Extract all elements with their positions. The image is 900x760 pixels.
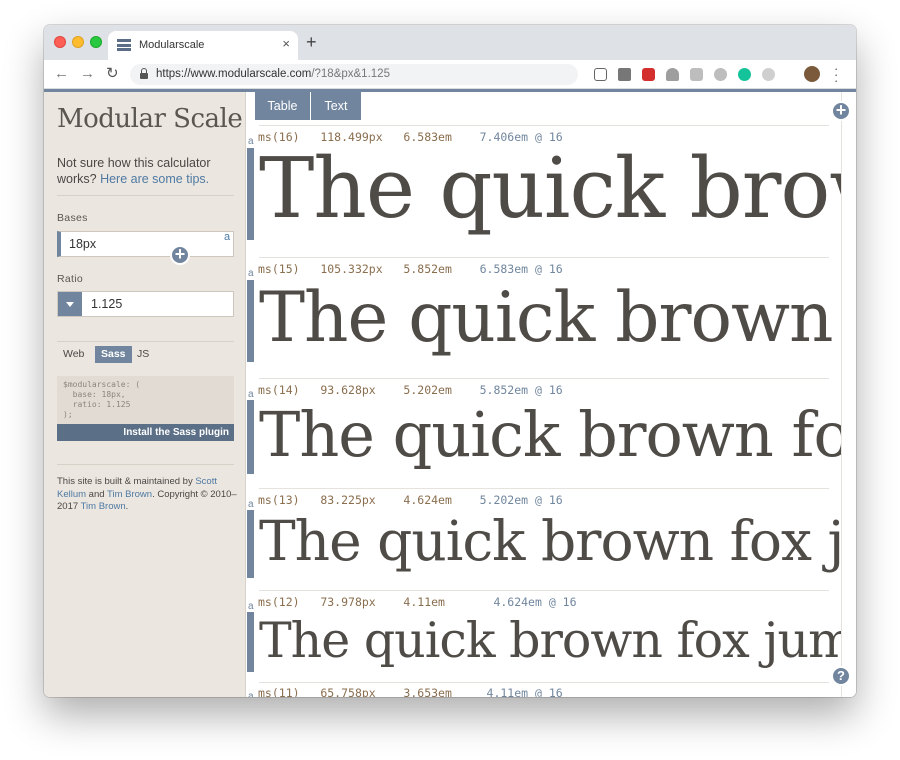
- add-base-button[interactable]: +: [170, 245, 190, 265]
- tim-brown-copyright-link[interactable]: Tim Brown: [81, 501, 126, 512]
- site-logo[interactable]: Modular Scale: [57, 104, 243, 134]
- type-sample: The quick brown fox: [259, 278, 841, 358]
- url-text[interactable]: https://www.modularscale.com/?18&px&1.12…: [156, 68, 390, 80]
- camera-extension-icon[interactable]: [618, 68, 631, 81]
- scale-preview: Table Text a ms(16) 118.499px 6.583em 7.…: [247, 92, 856, 697]
- tab-strip: Modularscale × +: [44, 25, 856, 60]
- lastpass-extension-icon[interactable]: [642, 68, 655, 81]
- base-input[interactable]: 18px: [57, 231, 234, 257]
- ratio-dropdown-icon[interactable]: [58, 292, 82, 316]
- site-footer: This site is built & maintained by Scott…: [57, 476, 237, 512]
- row-marker: a: [248, 499, 254, 510]
- tips-link[interactable]: Here are some tips.: [100, 172, 209, 186]
- profile-avatar[interactable]: [804, 66, 820, 82]
- tim-brown-link[interactable]: Tim Brown: [107, 489, 152, 500]
- scale-row-meta: ms(15) 105.332px 5.852em 6.583em @ 16: [258, 262, 563, 276]
- type-sample: The quick brown fox: [259, 399, 841, 471]
- browser-menu-icon[interactable]: · · ·: [834, 62, 838, 87]
- content-right-rule: [841, 92, 842, 697]
- add-step-button[interactable]: +: [831, 101, 851, 121]
- base-unit-link[interactable]: a: [224, 231, 230, 243]
- minimize-window-button[interactable]: [72, 36, 84, 48]
- screenshot-extension-icon[interactable]: [594, 68, 607, 81]
- browser-window: Modularscale × + ← → ↻ https://www.modul…: [44, 25, 856, 697]
- sidebar-divider: [57, 341, 234, 342]
- scale-row-meta: ms(12) 73.978px 4.11em 4.624em @ 16: [258, 595, 577, 609]
- address-bar[interactable]: https://www.modularscale.com/?18&px&1.12…: [130, 64, 655, 85]
- code-snippet[interactable]: $modularscale: ( base: 18px, ratio: 1.12…: [57, 376, 234, 424]
- row-marker: a: [248, 136, 254, 147]
- row-separator: [259, 257, 829, 258]
- grammarly-extension-icon[interactable]: [738, 68, 751, 81]
- row-indicator-bar: [247, 280, 254, 362]
- reload-button[interactable]: ↻: [106, 65, 119, 83]
- row-marker: a: [248, 268, 254, 279]
- tab-web[interactable]: Web: [57, 346, 90, 363]
- tab-table[interactable]: Table: [255, 92, 310, 120]
- intro-text: Not sure how this calculator works? Here…: [57, 156, 211, 186]
- row-marker: a: [248, 601, 254, 612]
- modularscale-favicon-icon: [117, 39, 131, 51]
- user-extension-icon[interactable]: [762, 68, 775, 81]
- tab-title: Modularscale: [139, 39, 205, 51]
- row-indicator-bar: [247, 400, 254, 474]
- row-indicator-bar: [247, 612, 254, 672]
- row-marker: a: [248, 691, 254, 697]
- browser-tab[interactable]: Modularscale ×: [108, 31, 298, 60]
- row-separator: [259, 125, 829, 126]
- close-window-button[interactable]: [54, 36, 66, 48]
- sidebar-divider: [57, 464, 234, 465]
- row-indicator-bar: [247, 510, 254, 578]
- tab-close-icon[interactable]: ×: [282, 37, 290, 51]
- row-separator: [259, 590, 829, 591]
- sidebar-divider: [57, 195, 234, 196]
- scale-row-meta: ms(11) 65.758px 3.653em 4.11em @ 16: [258, 686, 563, 697]
- help-button[interactable]: ?: [831, 666, 851, 686]
- install-sass-plugin-button[interactable]: Install the Sass plugin: [57, 424, 234, 441]
- tab-text[interactable]: Text: [311, 92, 361, 120]
- row-indicator-bar: [247, 148, 254, 240]
- row-separator: [259, 378, 829, 379]
- tab-sass[interactable]: Sass: [95, 346, 132, 363]
- tab-js[interactable]: JS: [131, 346, 155, 363]
- ratio-select[interactable]: 1.125: [57, 291, 234, 317]
- row-marker: a: [248, 389, 254, 400]
- scale-row-meta: ms(14) 93.628px 5.202em 5.852em @ 16: [258, 383, 563, 397]
- circle-extension-icon[interactable]: [714, 68, 727, 81]
- grey-extension-icon[interactable]: [690, 68, 703, 81]
- sidebar: Modular Scale Not sure how this calculat…: [44, 92, 246, 697]
- page-content: Modular Scale Not sure how this calculat…: [44, 89, 856, 697]
- type-sample: The quick brown fox: [259, 140, 841, 237]
- row-separator: [259, 682, 829, 683]
- row-separator: [259, 488, 829, 489]
- type-sample: The quick brown fox jumps: [259, 612, 841, 669]
- drive-extension-icon[interactable]: [666, 68, 679, 81]
- forward-button[interactable]: →: [80, 65, 95, 83]
- browser-toolbar: ← → ↻ https://www.modularscale.com/?18&p…: [44, 60, 856, 89]
- bases-label: Bases: [57, 212, 88, 224]
- maximize-window-button[interactable]: [90, 36, 102, 48]
- type-sample: The quick brown fox jumps: [259, 509, 841, 573]
- scale-row-meta: ms(13) 83.225px 4.624em 5.202em @ 16: [258, 493, 563, 507]
- new-tab-button[interactable]: +: [306, 32, 317, 52]
- lock-icon: [140, 68, 148, 79]
- ratio-label: Ratio: [57, 273, 84, 285]
- ratio-value[interactable]: 1.125: [91, 297, 122, 311]
- back-button[interactable]: ←: [54, 65, 69, 83]
